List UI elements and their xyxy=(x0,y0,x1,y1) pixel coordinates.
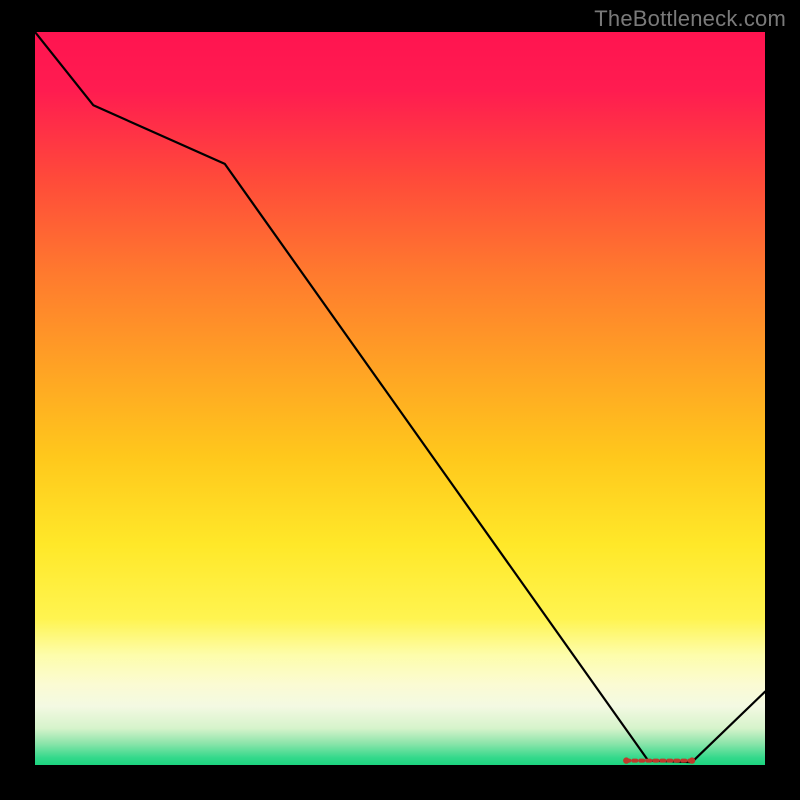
chart-svg xyxy=(35,32,765,765)
watermark-text: TheBottleneck.com xyxy=(594,6,786,32)
optimal-range-start-dot xyxy=(623,757,629,763)
optimal-range-end-dot xyxy=(689,757,695,763)
bottleneck-curve-line xyxy=(35,32,765,762)
chart-frame: TheBottleneck.com xyxy=(0,0,800,800)
plot-area xyxy=(35,32,765,765)
